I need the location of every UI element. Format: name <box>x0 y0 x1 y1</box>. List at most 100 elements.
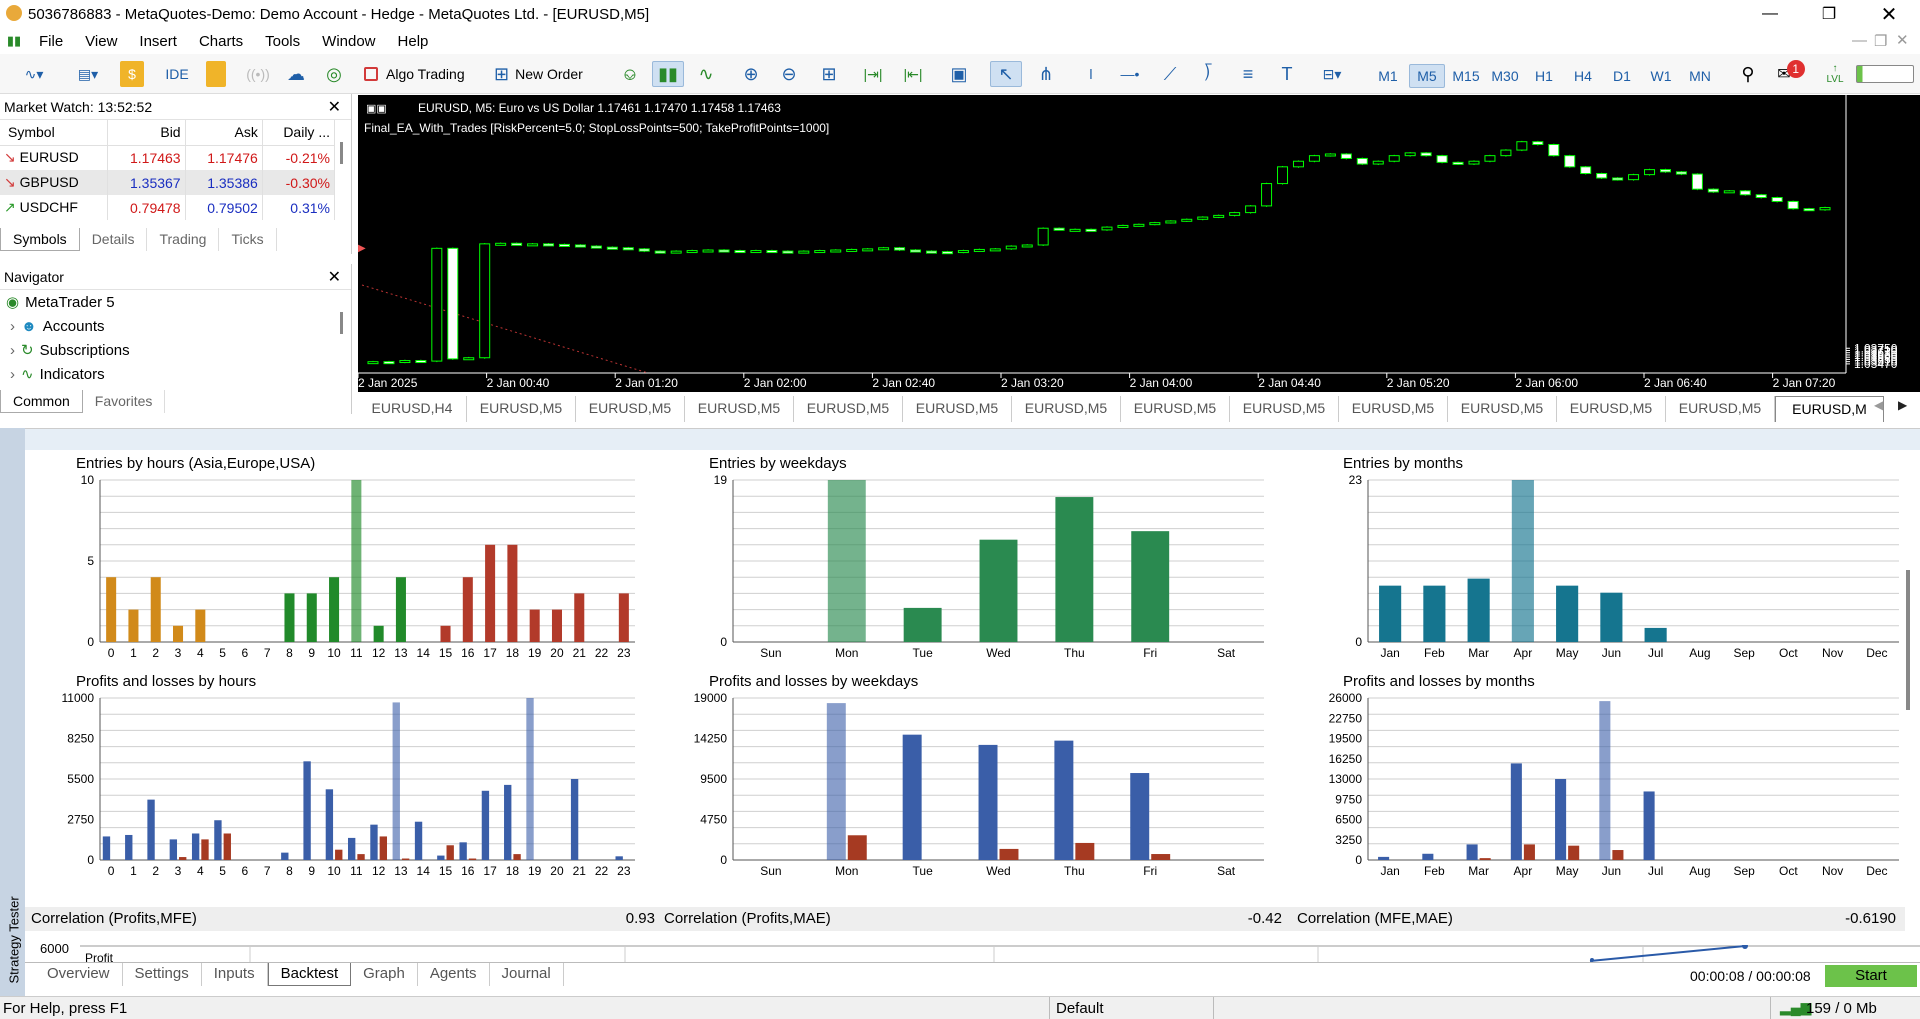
table-row[interactable]: ↘ EURUSD 1.17463 1.17476 -0.21% <box>0 145 336 170</box>
fibonacci-icon[interactable]: ≡ <box>1234 61 1262 87</box>
chart-shift-icon[interactable]: |⇤| <box>898 61 928 87</box>
minimize-button[interactable]: — <box>1747 0 1793 28</box>
tab-inputs[interactable]: Inputs <box>202 963 268 986</box>
notifications-icon[interactable]: ✉ 1 <box>1772 60 1810 87</box>
chart-tab[interactable]: EURUSD,M5 <box>1666 396 1775 422</box>
tab-graph[interactable]: Graph <box>351 963 418 986</box>
tab-agents[interactable]: Agents <box>418 963 490 986</box>
new-order-button[interactable]: ⊞ New Order <box>494 61 600 87</box>
chart-tab[interactable]: EURUSD,M5 <box>1012 396 1121 422</box>
vertical-line-icon[interactable]: ǀ <box>1078 61 1104 87</box>
market-bag-icon[interactable] <box>206 61 226 87</box>
tab-backtest[interactable]: Backtest <box>267 963 352 986</box>
tab-symbols[interactable]: Symbols <box>0 228 80 251</box>
tab-common[interactable]: Common <box>0 390 83 413</box>
col-daily[interactable]: Daily ... <box>262 120 336 146</box>
horizontal-line-icon[interactable]: —• <box>1116 61 1144 87</box>
chart-tab[interactable]: EURUSD,M5 <box>576 396 685 422</box>
tab-settings[interactable]: Settings <box>123 963 202 986</box>
cursor-icon[interactable]: ↖ <box>990 61 1022 87</box>
line-chart-icon[interactable]: ∿ <box>692 61 720 87</box>
nav-item-indicators[interactable]: › ∿ Indicators <box>0 362 351 386</box>
crosshair-icon[interactable]: ⋔ <box>1032 61 1060 87</box>
col-symbol[interactable]: Symbol <box>0 120 109 146</box>
timeframe-w1[interactable]: W1 <box>1643 64 1679 88</box>
chart-tab[interactable]: EURUSD,M5 <box>467 396 576 422</box>
chart-tab[interactable]: EURUSD,M5 <box>1121 396 1230 422</box>
shapes-icon[interactable]: ⊟▾ <box>1310 61 1354 87</box>
maximize-button[interactable]: ❐ <box>1806 0 1852 28</box>
menu-view[interactable]: View <box>74 33 128 50</box>
text-icon[interactable]: T <box>1274 61 1300 87</box>
timeframe-d1[interactable]: D1 <box>1604 64 1640 88</box>
timeframe-h4[interactable]: H4 <box>1565 64 1601 88</box>
trendline-icon[interactable]: ⟋ <box>1156 61 1184 87</box>
community-icon[interactable]: ◎ <box>320 61 348 87</box>
timeframe-m5[interactable]: M5 <box>1409 64 1445 88</box>
screenshot-icon[interactable]: ▣ <box>944 61 974 87</box>
table-row[interactable]: ↗ USDCHF 0.79478 0.79502 0.31% <box>0 195 336 220</box>
chart-tab[interactable]: EURUSD,M5 <box>794 396 903 422</box>
tile-windows-icon[interactable]: ⊞ <box>816 61 842 87</box>
menu-charts[interactable]: Charts <box>188 33 254 50</box>
chart-tabs-scroll-left-icon[interactable]: ◀ <box>1874 398 1883 412</box>
market-icon[interactable]: $ <box>120 61 144 87</box>
ide-button[interactable]: IDE <box>160 61 194 87</box>
timeframe-m1[interactable]: M1 <box>1370 64 1406 88</box>
scroll-chart-icon[interactable]: |⇥| <box>858 61 888 87</box>
timeframe-mn[interactable]: MN <box>1682 64 1718 88</box>
menu-tools[interactable]: Tools <box>254 33 311 50</box>
nav-scrollbar[interactable] <box>340 312 343 334</box>
channel-icon[interactable]: ⟌ <box>1194 61 1222 87</box>
zoom-out-icon[interactable]: ⊖ <box>776 61 802 87</box>
timeframe-h1[interactable]: H1 <box>1526 64 1562 88</box>
chart-tabs-scroll-right-icon[interactable]: ▶ <box>1898 398 1907 412</box>
mdi-restore-icon[interactable]: ❐ <box>1874 32 1887 50</box>
col-ask[interactable]: Ask <box>185 120 263 146</box>
menu-file[interactable]: File <box>28 33 74 50</box>
chart-tab[interactable]: EURUSD,M5 <box>1230 396 1339 422</box>
chart-tab[interactable]: EURUSD,M5 <box>1339 396 1448 422</box>
tab-ticks[interactable]: Ticks <box>219 228 277 251</box>
bar-chart-icon[interactable]: ⎉ <box>616 61 644 87</box>
close-icon[interactable]: ✕ <box>328 267 341 287</box>
indicators-list-icon[interactable]: ∿▾ <box>10 61 58 87</box>
tab-trading[interactable]: Trading <box>147 228 220 251</box>
start-button[interactable]: Start <box>1825 965 1917 987</box>
chart-tab[interactable]: EURUSD,M5 <box>685 396 794 422</box>
chart-tab[interactable]: EURUSD,H4 <box>358 396 467 422</box>
col-bid[interactable]: Bid <box>107 120 186 146</box>
nav-item-mt5[interactable]: ◉ MetaTrader 5 <box>0 290 351 314</box>
menu-help[interactable]: Help <box>387 33 440 50</box>
tab-details[interactable]: Details <box>80 228 148 251</box>
mw-scrollbar[interactable] <box>340 142 343 164</box>
table-row[interactable]: ↘ GBPUSD 1.35367 1.35386 -0.30% <box>0 170 336 195</box>
chart-tab[interactable]: EURUSD,M5 <box>903 396 1012 422</box>
nav-item-accounts[interactable]: › ☻ Accounts <box>0 314 351 338</box>
tab-overview[interactable]: Overview <box>35 963 123 986</box>
price-chart[interactable]: 1.03750 1.03710 1.03670 1.03630 1.03590 1.035… <box>357 95 1920 392</box>
tab-favorites[interactable]: Favorites <box>83 390 166 413</box>
menu-window[interactable]: Window <box>311 33 386 50</box>
report-scrollbar[interactable] <box>1906 570 1910 710</box>
nav-item-subscriptions[interactable]: › ↻ Subscriptions <box>0 338 351 362</box>
candlestick-icon[interactable]: ▮▮ <box>652 61 684 87</box>
algo-trading-button[interactable]: Algo Trading <box>364 61 484 87</box>
charts-list-icon[interactable]: ▤▾ <box>66 61 110 87</box>
chart-tab[interactable]: EURUSD,M5 <box>1448 396 1557 422</box>
chart-tab[interactable]: EURUSD,M <box>1775 396 1884 422</box>
zoom-in-icon[interactable]: ⊕ <box>738 61 764 87</box>
menu-insert[interactable]: Insert <box>128 33 188 50</box>
mdi-close-icon[interactable]: ✕ <box>1896 31 1909 49</box>
close-icon[interactable]: ✕ <box>328 97 341 117</box>
vps-cloud-icon[interactable]: ☁ <box>282 61 310 87</box>
tab-journal[interactable]: Journal <box>490 963 564 986</box>
search-icon[interactable]: ⚲ <box>1734 61 1762 87</box>
chart-tab[interactable]: EURUSD,M5 <box>1557 396 1666 422</box>
timeframe-m15[interactable]: M15 <box>1448 64 1484 88</box>
close-window-button[interactable]: ✕ <box>1866 0 1912 28</box>
signals-icon[interactable]: ((•)) <box>244 61 272 87</box>
mdi-minimize-icon[interactable]: — <box>1852 32 1867 49</box>
timeframe-m30[interactable]: M30 <box>1487 64 1523 88</box>
candlestick-chart[interactable]: 1.037501.037101.036701.036301.035901.035… <box>357 95 1920 392</box>
